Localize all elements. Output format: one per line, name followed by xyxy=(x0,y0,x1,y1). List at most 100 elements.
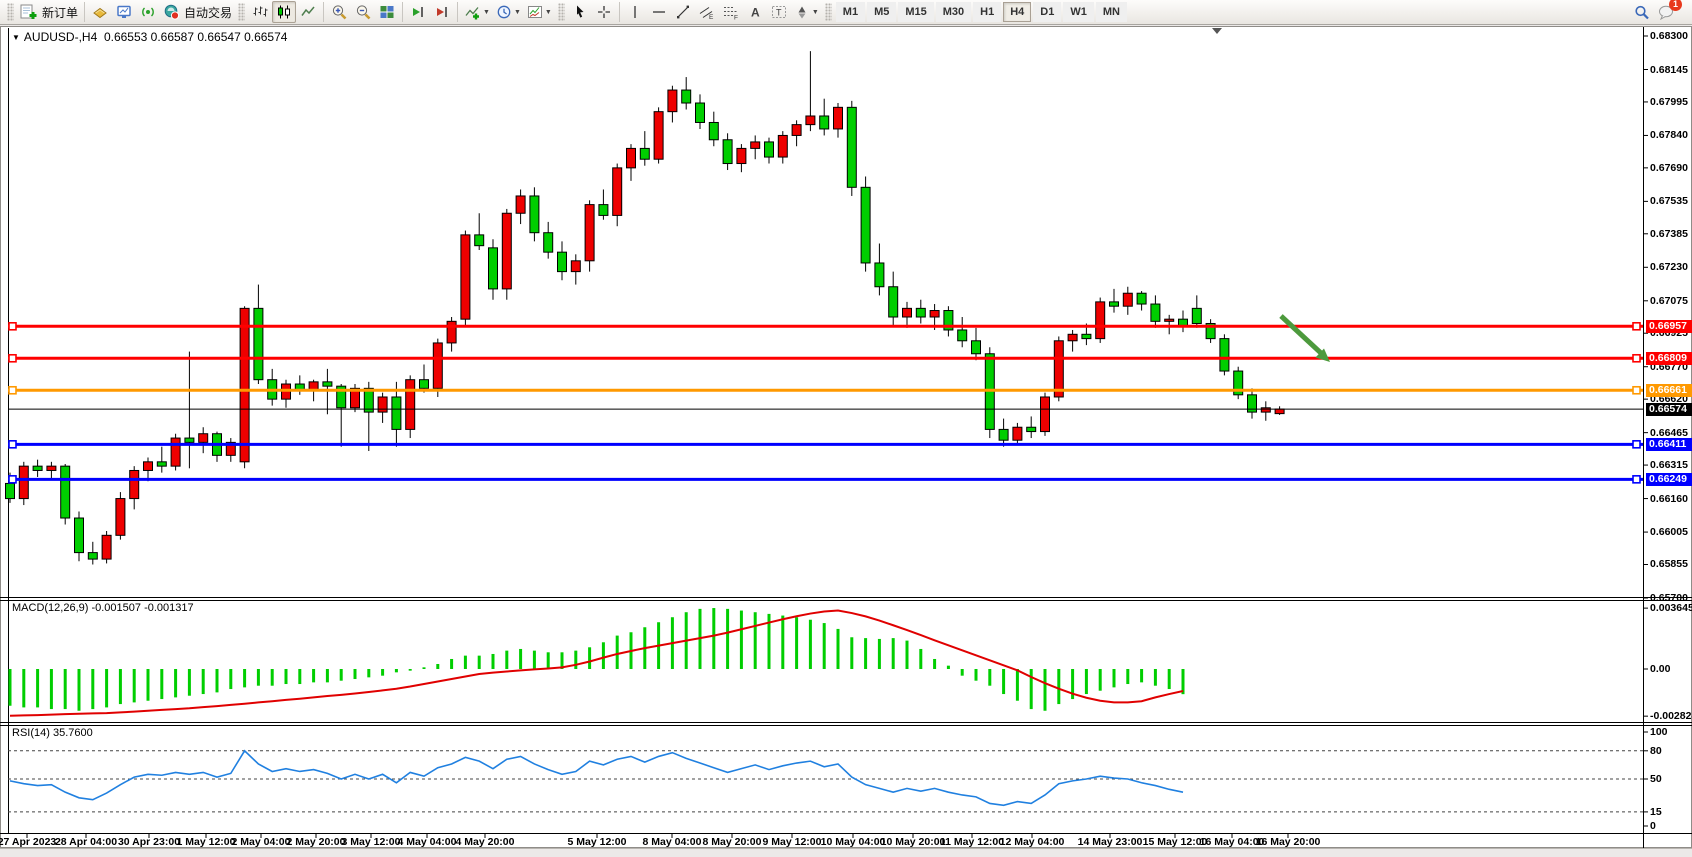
price-tick-label: 0.67075 xyxy=(1650,295,1688,307)
price-tick-label: 0.67840 xyxy=(1650,129,1688,141)
time-axis-label: 15 May 12:00 xyxy=(1143,836,1208,848)
crosshair-icon xyxy=(596,4,612,20)
price-tick-label: 0.68145 xyxy=(1650,64,1688,76)
toolbar-grip[interactable] xyxy=(238,3,245,21)
indicators-button[interactable]: ▼ xyxy=(461,1,493,23)
line-chart-button[interactable] xyxy=(296,1,320,23)
tile-windows-button[interactable] xyxy=(375,1,399,23)
new-order-label: 新订单 xyxy=(42,4,78,21)
data-window-button[interactable] xyxy=(112,1,136,23)
candlestick-chart-button[interactable] xyxy=(272,1,296,23)
rsi-indicator-label: RSI(14) 35.7600 xyxy=(12,727,93,739)
macd-indicator-label: MACD(12,26,9) -0.001507 -0.001317 xyxy=(12,602,194,614)
macd-axis-label: -0.002824 xyxy=(1650,710,1692,722)
zoom-in-button[interactable] xyxy=(327,1,351,23)
svg-text:E: E xyxy=(709,14,714,20)
notifications-button[interactable]: 1 xyxy=(1654,1,1678,23)
chart-title: ▼AUDUSD-,H4 0.66553 0.66587 0.66547 0.66… xyxy=(12,30,287,44)
price-line-badge: 0.66411 xyxy=(1646,438,1692,451)
chart-shift-button[interactable] xyxy=(430,1,454,23)
dropdown-caret-icon: ▼ xyxy=(483,9,490,16)
timeframe-toolbar: M1M5M15M30H1H4D1W1MN xyxy=(835,2,1128,22)
arrows-icon xyxy=(794,4,810,20)
fibonacci-button[interactable]: F xyxy=(719,1,743,23)
price-line-badge: 0.66809 xyxy=(1646,352,1692,365)
price-tick-label: 0.67230 xyxy=(1650,261,1688,273)
time-axis-label: 12 May 04:00 xyxy=(1000,836,1065,848)
bar-chart-button[interactable] xyxy=(248,1,272,23)
tile-windows-icon xyxy=(379,4,395,20)
rsi-axis-label: 15 xyxy=(1650,806,1662,818)
separator xyxy=(84,2,85,22)
timeframe-d1[interactable]: D1 xyxy=(1033,2,1061,22)
price-line-badge: 0.66574 xyxy=(1646,403,1692,416)
time-axis-label: 9 May 12:00 xyxy=(763,836,822,848)
time-axis-label: 5 May 12:00 xyxy=(568,836,627,848)
chart-canvas[interactable] xyxy=(0,0,1692,856)
time-axis-label: 28 Apr 04:00 xyxy=(55,836,117,848)
time-axis-label: 2 May 04:00 xyxy=(232,836,291,848)
channel-icon: E xyxy=(698,4,715,20)
autotrading-icon xyxy=(163,4,180,20)
separator xyxy=(457,2,458,22)
price-tick-label: 0.67385 xyxy=(1650,228,1688,240)
macd-axis-label: 0.00 xyxy=(1650,663,1670,675)
timeframe-mn[interactable]: MN xyxy=(1096,2,1127,22)
horizontal-line-button[interactable] xyxy=(647,1,671,23)
time-axis-label: 1 May 12:00 xyxy=(177,836,236,848)
toolbar-grip[interactable] xyxy=(558,3,565,21)
separator xyxy=(323,2,324,22)
signal-icon xyxy=(140,4,156,20)
toolbar-grip[interactable] xyxy=(7,3,14,21)
auto-scroll-button[interactable] xyxy=(406,1,430,23)
timeframe-m5[interactable]: M5 xyxy=(867,2,896,22)
time-axis-label: 14 May 23:00 xyxy=(1078,836,1143,848)
timeframe-h4[interactable]: H4 xyxy=(1003,2,1031,22)
timeframe-m15[interactable]: M15 xyxy=(898,2,933,22)
channel-button[interactable]: E xyxy=(695,1,719,23)
signal-button[interactable] xyxy=(136,1,160,23)
market-watch-button[interactable] xyxy=(88,1,112,23)
timeframe-m1[interactable]: M1 xyxy=(836,2,865,22)
text-label-icon: T xyxy=(771,4,787,20)
auto-scroll-icon xyxy=(410,4,426,20)
templates-icon xyxy=(527,4,543,20)
time-axis-label: 4 May 20:00 xyxy=(456,836,515,848)
cursor-button[interactable] xyxy=(568,1,592,23)
templates-button[interactable]: ▼ xyxy=(524,1,555,23)
timeframe-h1[interactable]: H1 xyxy=(973,2,1001,22)
autotrading-button[interactable]: 自动交易 xyxy=(160,1,235,23)
text-button[interactable]: A xyxy=(743,1,767,23)
text-icon: A xyxy=(748,4,762,20)
price-tick-label: 0.66005 xyxy=(1650,526,1688,538)
text-label-button[interactable]: T xyxy=(767,1,791,23)
time-axis-label: 30 Apr 23:00 xyxy=(118,836,180,848)
crosshair-button[interactable] xyxy=(592,1,616,23)
vertical-line-icon xyxy=(628,4,642,20)
dropdown-caret-icon: ▼ xyxy=(812,9,819,16)
trendline-button[interactable] xyxy=(671,1,695,23)
search-icon xyxy=(1633,4,1651,21)
timeframe-w1[interactable]: W1 xyxy=(1063,2,1094,22)
price-tick-label: 0.66160 xyxy=(1650,493,1688,505)
time-axis-label: 8 May 20:00 xyxy=(703,836,762,848)
new-order-button[interactable]: 新订单 xyxy=(17,1,81,23)
zoom-out-button[interactable] xyxy=(351,1,375,23)
arrows-button[interactable]: ▼ xyxy=(791,1,822,23)
svg-text:F: F xyxy=(734,15,738,21)
symbol-dropdown-icon[interactable]: ▼ xyxy=(12,33,20,42)
toolbar-grip[interactable] xyxy=(825,3,832,21)
chart-ohlc-values: 0.66553 0.66587 0.66547 0.66574 xyxy=(104,30,288,44)
periods-button[interactable]: ▼ xyxy=(493,1,524,23)
price-line-badge: 0.66249 xyxy=(1646,473,1692,486)
bar-chart-icon xyxy=(252,4,268,20)
search-button[interactable] xyxy=(1630,1,1654,23)
timeframe-m30[interactable]: M30 xyxy=(936,2,971,22)
market-watch-icon xyxy=(92,4,108,20)
rsi-axis-label: 80 xyxy=(1650,745,1662,757)
vertical-line-button[interactable] xyxy=(623,1,647,23)
price-tick-label: 0.66315 xyxy=(1650,459,1688,471)
autotrading-label: 自动交易 xyxy=(184,4,232,21)
dropdown-caret-icon: ▼ xyxy=(514,9,521,16)
rsi-axis-label: 100 xyxy=(1650,726,1668,738)
